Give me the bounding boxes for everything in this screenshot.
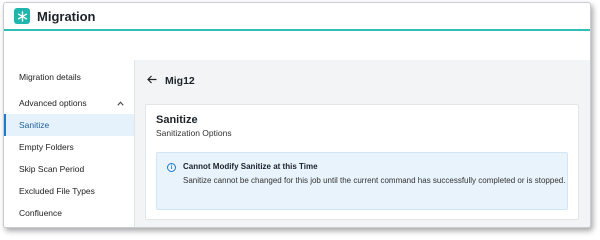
- sidebar-item-label: Migration details: [19, 72, 81, 82]
- info-notice: i Cannot Modify Sanitize at this Time Sa…: [156, 152, 568, 210]
- app-header: Migration: [4, 3, 590, 31]
- app-logo-icon: [14, 8, 30, 24]
- sidebar: Migration details Advanced options Sanit…: [4, 60, 135, 227]
- sidebar-item-label: Sanitize: [19, 120, 50, 130]
- sidebar-item-empty-folders[interactable]: Empty Folders: [4, 136, 134, 158]
- info-icon: i: [167, 163, 176, 172]
- page-header: Mig12: [135, 60, 590, 102]
- sidebar-group-advanced-options[interactable]: Advanced options: [4, 92, 134, 114]
- sidebar-item-migration-details[interactable]: Migration details: [4, 66, 134, 88]
- sidebar-item-skip-scan-period[interactable]: Skip Scan Period: [4, 158, 134, 180]
- sidebar-item-label: Excluded File Types: [19, 186, 95, 196]
- card-subtitle: Sanitization Options: [156, 128, 232, 138]
- sidebar-item-label: Empty Folders: [19, 142, 74, 152]
- sidebar-item-label: Skip Scan Period: [19, 164, 85, 174]
- page-title: Mig12: [165, 75, 195, 87]
- back-arrow-icon[interactable]: [147, 75, 157, 87]
- sidebar-item-label: Advanced options: [19, 98, 87, 108]
- card-title: Sanitize: [156, 114, 198, 126]
- app-title: Migration: [37, 8, 96, 24]
- sidebar-item-confluence[interactable]: Confluence: [4, 202, 134, 224]
- notice-title: Cannot Modify Sanitize at this Time: [183, 162, 318, 171]
- chevron-up-icon: [117, 99, 124, 108]
- main-content: Mig12 Sanitize Sanitization Options i Ca…: [135, 60, 590, 227]
- sanitize-card: Sanitize Sanitization Options i Cannot M…: [145, 104, 579, 220]
- app-window: Migration Migration details Advanced opt…: [3, 2, 591, 228]
- sidebar-item-label: Confluence: [19, 208, 63, 218]
- sidebar-item-excluded-file-types[interactable]: Excluded File Types: [4, 180, 134, 202]
- notice-body: Sanitize cannot be changed for this job …: [183, 176, 566, 185]
- sidebar-item-sanitize[interactable]: Sanitize: [4, 114, 134, 136]
